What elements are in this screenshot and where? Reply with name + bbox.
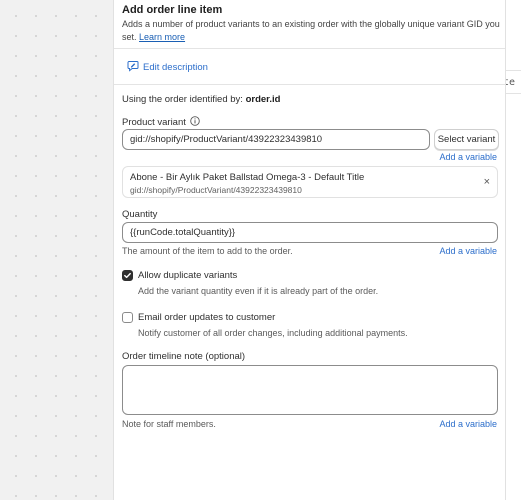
close-icon[interactable]: ×: [484, 176, 490, 188]
product-variant-add-variable-link[interactable]: Add a variable: [439, 152, 497, 162]
quantity-value: {{runCode.totalQuantity}}: [130, 227, 236, 238]
header-divider: [114, 48, 505, 49]
email-order-updates-help: Notify customer of all order changes, in…: [138, 328, 408, 338]
allow-duplicate-variants-checkbox[interactable]: [122, 270, 133, 281]
edit-description-button[interactable]: Edit description: [127, 60, 208, 75]
timeline-note-label: Order timeline note (optional): [122, 351, 246, 362]
timeline-note-help-text: Note for staff members.: [122, 419, 216, 429]
product-variant-label-row: Product variant: [122, 116, 200, 129]
product-variant-input[interactable]: gid://shopify/ProductVariant/43922323439…: [122, 129, 430, 150]
section-divider: [114, 84, 505, 85]
quantity-label: Quantity: [122, 209, 158, 220]
order-identifier-prefix: Using the order identified by:: [122, 94, 243, 105]
checkmark-icon: [124, 272, 131, 279]
product-variant-label: Product variant: [122, 117, 186, 128]
learn-more-link[interactable]: Learn more: [139, 32, 185, 42]
product-variant-value: gid://shopify/ProductVariant/43922323439…: [130, 134, 323, 145]
quantity-help-text: The amount of the item to add to the ord…: [122, 246, 293, 256]
select-variant-button[interactable]: Select variant: [434, 129, 499, 150]
panel-description: Adds a number of product variants to an …: [122, 18, 502, 44]
quantity-add-variable-link[interactable]: Add a variable: [439, 246, 497, 256]
quantity-input[interactable]: {{runCode.totalQuantity}}: [122, 222, 498, 243]
allow-duplicate-variants-help: Add the variant quantity even if it is a…: [138, 286, 379, 296]
selected-variant-title: Abone - Bir Aylık Paket Ballstad Omega-3…: [130, 172, 365, 183]
timeline-note-textarea[interactable]: [122, 365, 498, 415]
order-identifier-value: order.id: [245, 94, 281, 105]
selected-variant-gid: gid://shopify/ProductVariant/43922323439…: [130, 185, 302, 195]
allow-duplicate-variants-label[interactable]: Allow duplicate variants: [138, 270, 237, 281]
selected-variant-card: Abone - Bir Aylık Paket Ballstad Omega-3…: [122, 166, 498, 198]
pencil-speech-bubble-icon: [127, 60, 139, 75]
email-order-updates-label[interactable]: Email order updates to customer: [138, 312, 275, 323]
add-order-line-item-panel: Add order line item Adds a number of pro…: [113, 0, 506, 500]
panel-title: Add order line item: [122, 4, 223, 16]
email-order-updates-checkbox[interactable]: [122, 312, 133, 323]
timeline-note-add-variable-link[interactable]: Add a variable: [439, 419, 497, 429]
edit-description-label: Edit description: [143, 62, 208, 73]
info-icon[interactable]: [190, 116, 200, 129]
panel-header: Add order line item Adds a number of pro…: [122, 4, 502, 44]
order-identifier-text: Using the order identified by: order.id: [122, 94, 280, 105]
